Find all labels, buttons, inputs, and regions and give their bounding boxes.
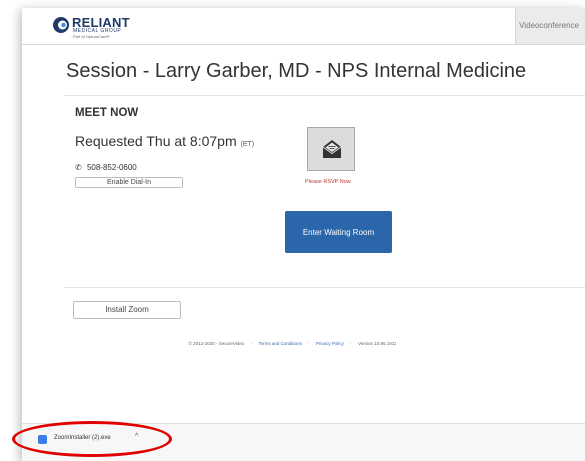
- footer-separator: -: [250, 341, 253, 346]
- privacy-link[interactable]: Privacy Policy: [316, 341, 344, 346]
- install-divider: [64, 287, 585, 288]
- logo-tagline: Part of OptumCare®: [73, 34, 110, 39]
- phone-number: 508-852-0600: [86, 163, 137, 172]
- tab-videoconference[interactable]: Videoconference: [515, 8, 585, 44]
- version-text: Version 10.85.1911: [357, 341, 397, 346]
- requested-text: Requested Thu at 8:07pm: [75, 133, 237, 149]
- footer-separator: -: [350, 341, 352, 346]
- highlight-ellipse: [12, 421, 172, 457]
- timezone-label: (ET): [240, 141, 255, 148]
- dial-in-phone: ✆ 508-852-0600: [75, 163, 137, 172]
- rsvp-button[interactable]: [307, 127, 355, 171]
- page-title: Session - Larry Garber, MD - NPS Interna…: [66, 60, 527, 82]
- rsvp-label: Please RSVP Now: [305, 179, 351, 185]
- enable-dial-in-button[interactable]: Enable Dial-In: [75, 177, 183, 188]
- terms-link[interactable]: Terms and Conditions: [258, 341, 302, 346]
- footer-separator: -: [308, 341, 310, 346]
- page-footer: © 2012-2020 - SecureVideo - Terms and Co…: [0, 341, 585, 346]
- meet-now-heading: MEET NOW: [75, 107, 139, 119]
- reliant-logo-mark-icon: [53, 17, 69, 33]
- copyright-text: © 2012-2020 - SecureVideo: [188, 341, 245, 346]
- phone-icon: ✆: [75, 163, 82, 172]
- reliant-logo[interactable]: RELIANT MEDICAL GROUP Part of OptumCare®: [52, 13, 172, 41]
- install-zoom-button[interactable]: Install Zoom: [73, 301, 181, 319]
- requested-time: Requested Thu at 8:07pm (ET): [75, 133, 254, 149]
- site-header: RELIANT MEDICAL GROUP Part of OptumCare®…: [22, 8, 585, 45]
- enter-waiting-room-button[interactable]: Enter Waiting Room: [285, 211, 392, 253]
- envelope-icon: [322, 140, 342, 158]
- title-divider: [64, 95, 585, 96]
